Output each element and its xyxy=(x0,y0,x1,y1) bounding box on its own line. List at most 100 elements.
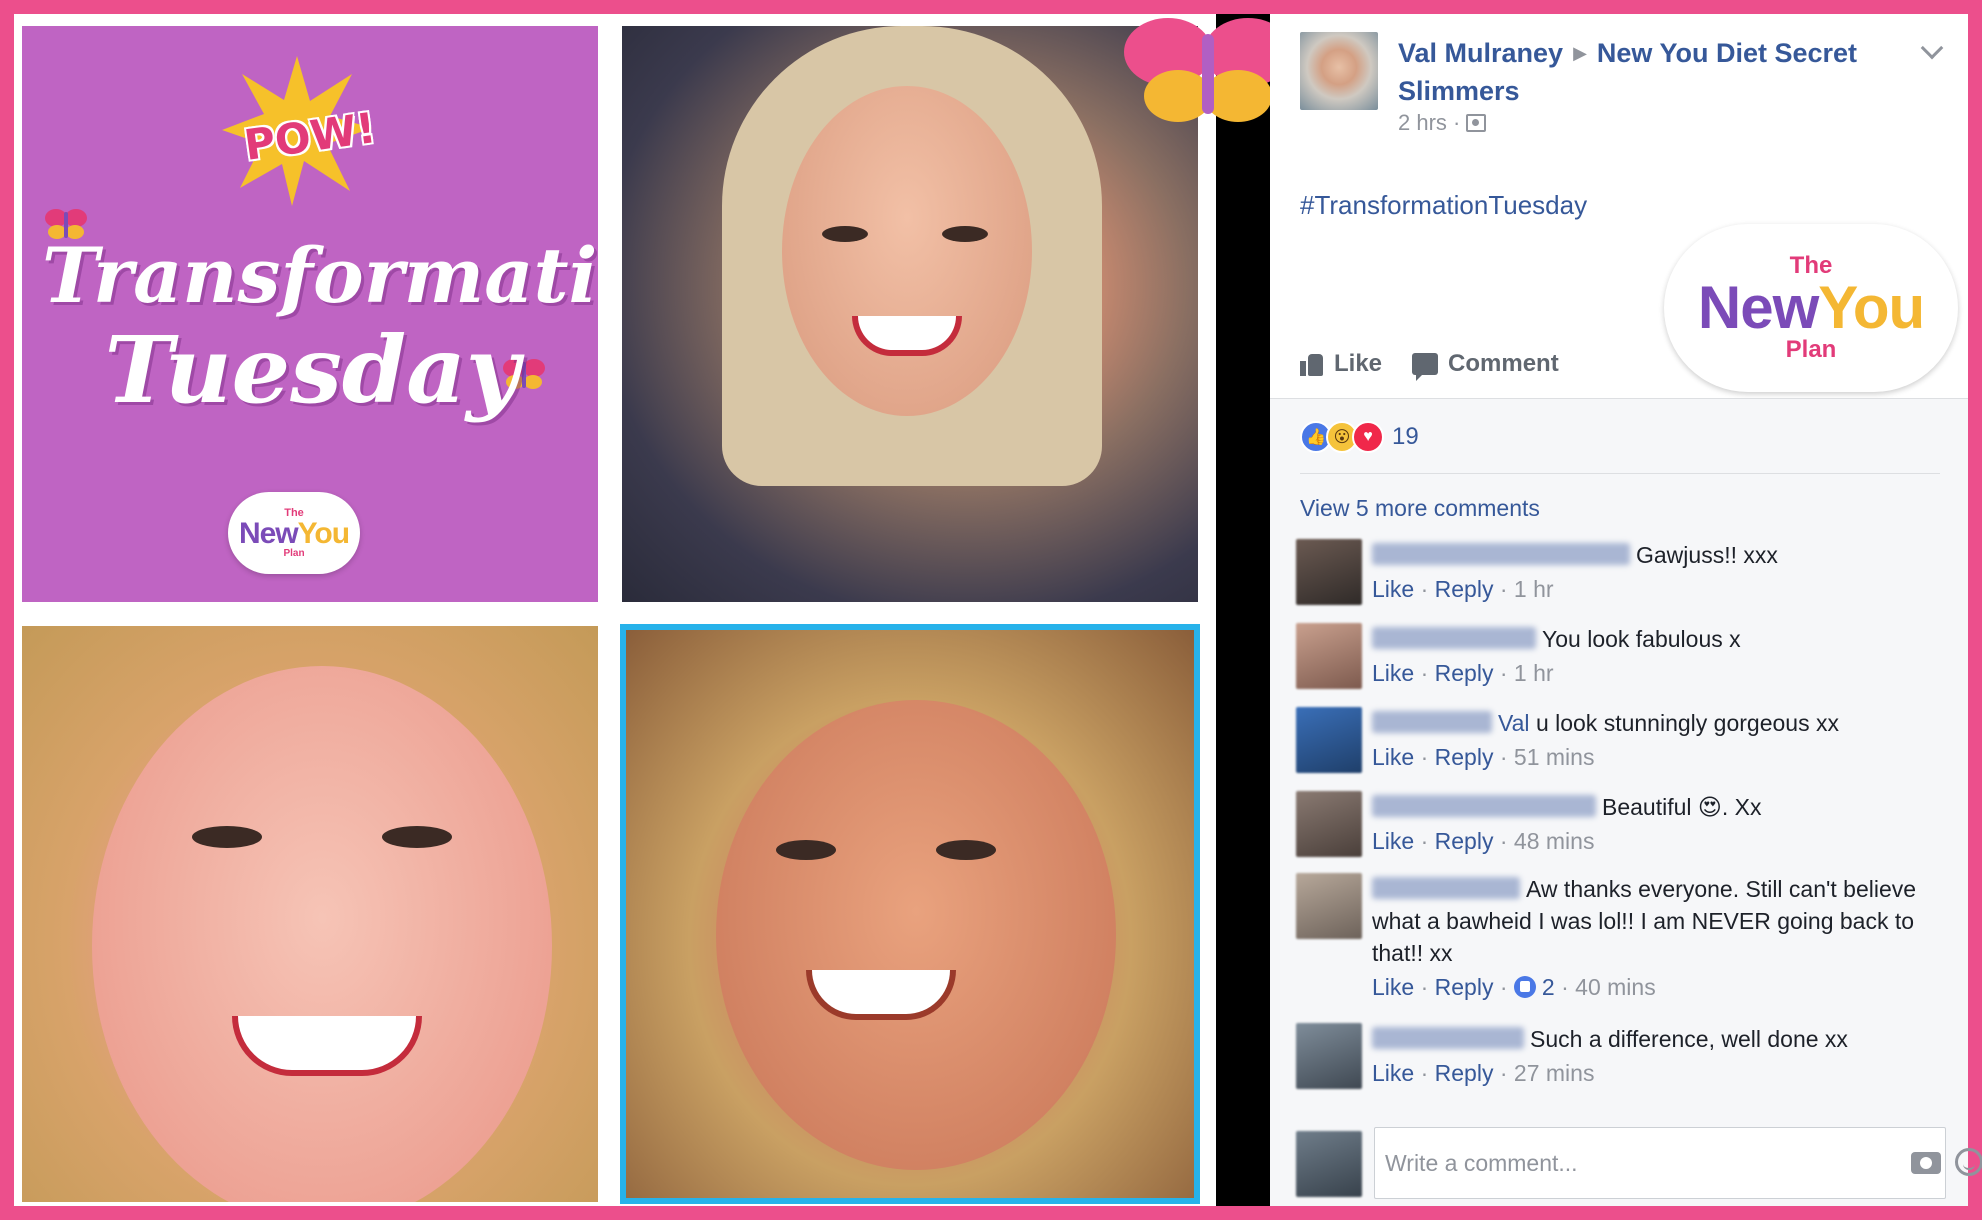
comment-body: Beautiful 😍. Xx Like · Reply · 48 mins xyxy=(1372,791,1942,857)
comment-actions: Like · Reply · 1 hr xyxy=(1372,660,1554,686)
comment-reply-link[interactable]: Reply xyxy=(1435,576,1494,602)
comment-like-link[interactable]: Like xyxy=(1372,828,1414,854)
comment-input[interactable]: Write a comment... xyxy=(1374,1127,1982,1199)
photo-smile xyxy=(232,1016,422,1076)
post-hashtag[interactable]: #TransformationTuesday xyxy=(1300,190,1587,221)
comment-time[interactable]: 27 mins xyxy=(1514,1060,1595,1086)
commenter-avatar[interactable] xyxy=(1296,1023,1362,1089)
view-more-comments-link[interactable]: View 5 more comments xyxy=(1300,495,1540,522)
author-avatar[interactable] xyxy=(1300,32,1378,110)
comment-like-link[interactable]: Like xyxy=(1372,974,1414,1000)
commenter-avatar[interactable] xyxy=(1296,873,1362,939)
triangle-right-icon: ▶ xyxy=(1573,43,1587,63)
logo-plan: Plan xyxy=(283,547,305,559)
before-photo-highlighted[interactable] xyxy=(620,624,1200,1204)
commenter-name-blurred[interactable] xyxy=(1372,543,1630,565)
comment-reply-link[interactable]: Reply xyxy=(1435,828,1494,854)
comment-like-link[interactable]: Like xyxy=(1372,660,1414,686)
comment-body: Gawjuss!! xxx Like · Reply · 1 hr xyxy=(1372,539,1942,605)
commenter-avatar[interactable] xyxy=(1296,791,1362,857)
after-photo[interactable] xyxy=(622,26,1198,602)
comment-reply-link[interactable]: Reply xyxy=(1435,744,1494,770)
love-reaction-icon: ♥ xyxy=(1352,421,1384,453)
comment-text: You look fabulous x xyxy=(1542,626,1741,652)
comment-actions: Like · Reply · 2 · 40 mins xyxy=(1372,974,1656,1000)
comment-icon xyxy=(1412,353,1439,381)
comment-text: u look stunningly gorgeous xx xyxy=(1535,710,1839,736)
camera-icon[interactable] xyxy=(1911,1152,1941,1174)
comment-actions: Like · Reply · 48 mins xyxy=(1372,828,1595,854)
commenter-name-blurred[interactable] xyxy=(1372,877,1520,899)
comment-button[interactable]: Comment xyxy=(1412,350,1559,381)
before-photo[interactable] xyxy=(22,626,598,1202)
post-meta: 2 hrs · xyxy=(1398,110,1487,136)
like-icon xyxy=(1300,352,1324,376)
comment-reply-link[interactable]: Reply xyxy=(1435,660,1494,686)
comment-like-link[interactable]: Like xyxy=(1372,744,1414,770)
comment-time[interactable]: 1 hr xyxy=(1514,660,1554,686)
comment-input-placeholder: Write a comment... xyxy=(1385,1150,1578,1176)
logo-new-you: NewYou xyxy=(238,516,350,550)
photo-eye xyxy=(936,840,996,860)
post-time[interactable]: 2 hrs xyxy=(1398,110,1447,135)
audience-icon[interactable] xyxy=(1466,114,1487,132)
commenter-name-blurred[interactable] xyxy=(1372,711,1492,733)
photo-eye xyxy=(942,226,988,242)
commenter-name-blurred[interactable] xyxy=(1372,1027,1524,1049)
divider xyxy=(1300,473,1940,474)
commenter-name-blurred[interactable] xyxy=(1372,627,1536,649)
commenter-name-blurred[interactable] xyxy=(1372,795,1596,817)
reaction-count[interactable]: 19 xyxy=(1392,423,1419,451)
comment-body: Val u look stunningly gorgeous xx Like ·… xyxy=(1372,707,1942,773)
commenter-avatar[interactable] xyxy=(1296,623,1362,689)
photo-face xyxy=(716,700,1116,1170)
like-button[interactable]: Like xyxy=(1300,350,1382,378)
new-you-plan-logo: The NewYou Plan xyxy=(1664,224,1958,392)
chevron-down-icon[interactable] xyxy=(1920,36,1944,60)
photo-eye xyxy=(382,826,452,848)
comment-label: Comment xyxy=(1448,350,1559,377)
comment-mention[interactable]: Val xyxy=(1498,710,1530,736)
comment-reply-link[interactable]: Reply xyxy=(1435,1060,1494,1086)
new-you-plan-logo: The NewYou Plan xyxy=(228,492,360,574)
author-name[interactable]: Val Mulraney xyxy=(1398,38,1563,68)
comment-time[interactable]: 1 hr xyxy=(1514,576,1554,602)
promo-title: Transformation Tuesday xyxy=(42,236,598,418)
write-comment-row: Write a comment... xyxy=(1296,1127,1982,1199)
photo-eye xyxy=(776,840,836,860)
commenter-avatar[interactable] xyxy=(1296,539,1362,605)
commenter-avatar[interactable] xyxy=(1296,707,1362,773)
comment-body: Aw thanks everyone. Still can't believe … xyxy=(1372,873,1942,1003)
post-actions: Like Comment xyxy=(1300,350,1559,381)
comment-like-link[interactable]: Like xyxy=(1372,576,1414,602)
comment-time[interactable]: 40 mins xyxy=(1575,974,1656,1000)
photo-face xyxy=(782,86,1032,416)
like-label: Like xyxy=(1334,350,1383,377)
comment-time[interactable]: 48 mins xyxy=(1514,828,1595,854)
promo-tile: POW! Transformation Tuesday The NewYou P… xyxy=(22,26,598,602)
photo-collage[interactable]: POW! Transformation Tuesday The NewYou P… xyxy=(14,14,1216,1206)
comments-section: 👍 😮 ♥ 19 View 5 more comments Gawjuss!! … xyxy=(1270,399,1982,1206)
logo-you: You xyxy=(1818,274,1925,341)
logo-new-you: NewYou xyxy=(1698,278,1925,338)
comment-time[interactable]: 51 mins xyxy=(1514,744,1595,770)
logo-plan: Plan xyxy=(1785,336,1837,363)
facebook-post: Val Mulraney ▶ New You Diet Secret Slimmer… xyxy=(1270,14,1982,1206)
comment-actions: Like · Reply · 1 hr xyxy=(1372,576,1554,602)
current-user-avatar[interactable] xyxy=(1296,1131,1362,1197)
photo-face xyxy=(92,666,552,1202)
comment-text: Beautiful 😍. Xx xyxy=(1602,794,1762,820)
logo-new: New xyxy=(1697,274,1819,341)
logo-new: New xyxy=(238,516,299,550)
comment-like-link[interactable]: Like xyxy=(1372,1060,1414,1086)
like-count-icon xyxy=(1513,976,1536,998)
photo-eye xyxy=(822,226,868,242)
comment-text: Such a difference, well done xx xyxy=(1530,1026,1848,1052)
comment-actions: Like · Reply · 27 mins xyxy=(1372,1060,1595,1086)
comment-body: Such a difference, well done xx Like · R… xyxy=(1372,1023,1942,1089)
comment-like-count[interactable]: 2 xyxy=(1542,974,1555,1000)
reactions-summary[interactable]: 👍 😮 ♥ 19 xyxy=(1300,421,1419,453)
logo-you: You xyxy=(297,516,350,550)
emoji-icon[interactable] xyxy=(1955,1148,1982,1176)
comment-reply-link[interactable]: Reply xyxy=(1435,974,1494,1000)
